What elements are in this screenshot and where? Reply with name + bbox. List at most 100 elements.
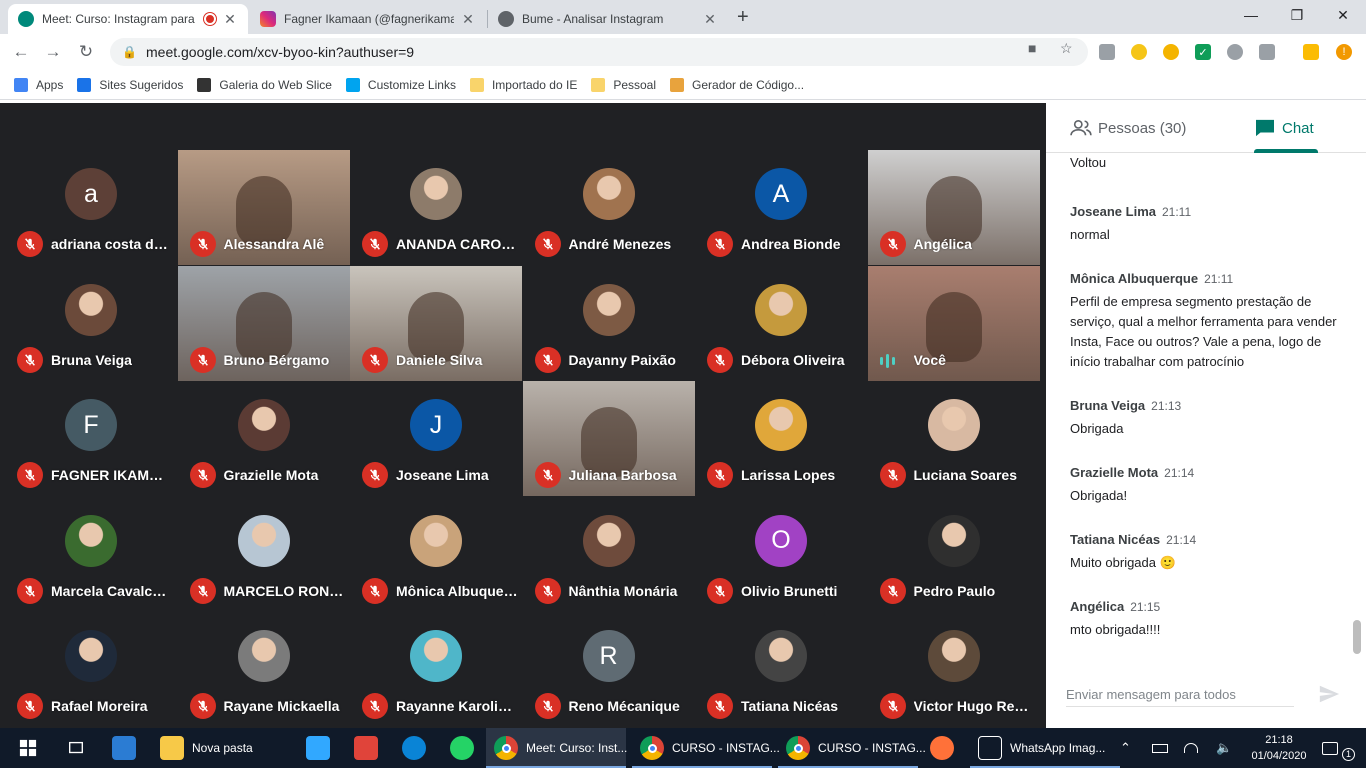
taskbar-app-mail[interactable] xyxy=(104,728,144,768)
taskbar-app-photos[interactable]: WhatsApp Imag... xyxy=(970,728,1120,768)
tab-bume[interactable]: Bume - Analisar Instagram ✕ xyxy=(488,4,728,34)
participant-tile[interactable]: Alessandra Alê xyxy=(177,150,350,265)
tab-chat[interactable]: Chat xyxy=(1254,103,1314,153)
participant-tile[interactable]: Angélica xyxy=(867,150,1040,265)
new-tab-button[interactable]: + xyxy=(737,6,749,29)
extension-camera-icon[interactable] xyxy=(1099,44,1115,60)
participant-tile[interactable]: André Menezes xyxy=(523,150,695,265)
profile-icon[interactable] xyxy=(1303,44,1319,60)
close-tab-icon[interactable]: ✕ xyxy=(460,11,476,28)
notification-center-icon[interactable]: 1 xyxy=(1322,728,1356,768)
taskbar-app-chrome[interactable]: CURSO - INSTAG... xyxy=(632,728,780,768)
participant-tile[interactable]: Luciana Soares xyxy=(868,381,1040,496)
browser-tab-strip: Meet: Curso: Instagram para ✕ Fagner Ika… xyxy=(0,0,1366,34)
chat-message: Bruna Veiga 21:13 Obrigada xyxy=(1070,397,1340,439)
close-tab-icon[interactable]: ✕ xyxy=(222,11,238,28)
participant-tile[interactable]: Dayanny Paixão xyxy=(523,266,695,381)
bookmark-item[interactable]: Galeria do Web Slice xyxy=(197,77,332,92)
extension-grid-icon[interactable] xyxy=(1259,44,1275,60)
taskbar-app-firefox[interactable] xyxy=(922,728,962,768)
participant-tile[interactable]: Daniele Silva xyxy=(350,265,522,381)
extension-home-icon[interactable] xyxy=(1163,44,1179,60)
participant-tile[interactable]: F FAGNER IKAMAAN... xyxy=(5,381,177,496)
participant-tile[interactable]: Rafael Moreira xyxy=(5,612,177,727)
participant-tile[interactable]: Você xyxy=(867,265,1040,381)
taskbar-app-task-view[interactable] xyxy=(56,728,96,768)
forward-icon[interactable]: → xyxy=(42,41,64,63)
participant-tile[interactable]: Mônica Albuquerque xyxy=(350,497,522,612)
bookmark-label: Pessoal xyxy=(613,77,657,92)
system-clock[interactable]: 21:18 01/04/2020 xyxy=(1244,732,1314,764)
bookmark-item[interactable]: Apps xyxy=(14,77,63,92)
taskbar-app-windows-start[interactable] xyxy=(8,728,48,768)
participant-tile[interactable]: Juliana Barbosa xyxy=(522,381,695,496)
camera-icon[interactable]: ■ xyxy=(1028,40,1036,56)
participant-tile[interactable]: Nânthia Monária xyxy=(523,497,695,612)
taskbar-app-chrome[interactable]: Meet: Curso: Inst... xyxy=(486,728,627,768)
extension-check-icon[interactable]: ✓ xyxy=(1195,44,1211,60)
back-icon[interactable]: ← xyxy=(10,41,32,63)
maximize-button[interactable]: ❐ xyxy=(1274,0,1320,30)
minimize-button[interactable]: — xyxy=(1228,0,1274,30)
participant-tile[interactable]: Victor Hugo Renier ... xyxy=(868,612,1040,727)
photoshop-icon xyxy=(306,736,330,760)
reload-icon[interactable]: ↻ xyxy=(75,41,97,63)
participant-tile[interactable]: Tatiana Nicéas xyxy=(695,612,867,727)
participant-tile[interactable]: J Joseane Lima xyxy=(350,381,522,496)
participant-tile[interactable]: Pedro Paulo xyxy=(868,497,1040,612)
participant-tile[interactable]: Bruno Bérgamo xyxy=(177,265,350,381)
clock-date: 01/04/2020 xyxy=(1251,750,1307,762)
bookmark-item[interactable]: Sites Sugeridos xyxy=(77,77,183,92)
participant-tile[interactable]: Débora Oliveira xyxy=(695,266,867,381)
taskbar-app-app-red[interactable] xyxy=(346,728,386,768)
panel-tabs: Pessoas (30) Chat xyxy=(1046,103,1366,153)
chat-scrollbar[interactable] xyxy=(1353,620,1361,654)
participant-tile[interactable]: Marcela Cavalcanti xyxy=(5,497,177,612)
participant-tile[interactable]: a adriana costa de m... xyxy=(5,150,177,265)
bookmark-star-icon[interactable]: ☆ xyxy=(1060,40,1073,57)
tab-meet[interactable]: Meet: Curso: Instagram para ✕ xyxy=(8,4,248,34)
taskbar-app-folder[interactable]: Nova pasta xyxy=(152,728,292,768)
message-text: Obrigada! xyxy=(1070,488,1128,503)
chrome-menu-alert-icon[interactable]: ! xyxy=(1336,44,1352,60)
bookmark-item[interactable]: Customize Links xyxy=(345,77,456,92)
participant-tile[interactable]: MARCELO RONDIN... xyxy=(178,497,350,612)
participant-name: Daniele Silva xyxy=(396,351,483,368)
bookmark-item[interactable]: Importado do IE xyxy=(469,77,577,92)
participant-tile[interactable]: A Andrea Bionde xyxy=(695,150,867,265)
muted-mic-icon xyxy=(707,693,733,719)
volume-icon[interactable]: 🔈 xyxy=(1216,728,1238,768)
bookmark-icon xyxy=(670,77,685,92)
participant-tile[interactable]: Rayane Mickaella xyxy=(178,612,350,727)
tab-people[interactable]: Pessoas (30) xyxy=(1070,103,1186,153)
extension-headphones-icon[interactable] xyxy=(1227,44,1243,60)
address-bar[interactable]: 🔒 meet.google.com/xcv-byoo-kin?authuser=… xyxy=(110,38,1088,66)
participant-tile[interactable]: Larissa Lopes xyxy=(695,381,867,496)
participant-tile[interactable]: ANANDA CAROLIN... xyxy=(350,150,522,265)
participant-tile[interactable]: R Reno Mécanique xyxy=(523,612,695,727)
participant-tile[interactable]: Rayanne Karoline d... xyxy=(350,612,522,727)
muted-mic-icon xyxy=(362,693,388,719)
taskbar-app-chrome[interactable]: CURSO - INSTAG... xyxy=(778,728,926,768)
close-tab-icon[interactable]: ✕ xyxy=(702,11,718,28)
muted-mic-icon xyxy=(707,577,733,604)
send-icon[interactable] xyxy=(1318,683,1340,705)
network-icon[interactable] xyxy=(1184,728,1206,768)
tab-instagram[interactable]: Fagner Ikamaan (@fagnerikamaan ✕ xyxy=(250,4,486,34)
taskbar-app-edge[interactable] xyxy=(394,728,434,768)
chat-input[interactable]: Enviar mensagem para todos xyxy=(1066,683,1294,707)
bookmark-item[interactable]: Gerador de Código... xyxy=(670,77,804,92)
close-window-button[interactable]: ✕ xyxy=(1320,0,1366,30)
participant-tile[interactable]: Bruna Veiga xyxy=(5,266,177,381)
participant-avatar xyxy=(927,630,980,682)
taskbar-app-whatsapp[interactable] xyxy=(442,728,482,768)
task-view-icon xyxy=(64,736,88,760)
taskbar-app-photoshop[interactable] xyxy=(298,728,338,768)
muted-mic-icon xyxy=(362,462,388,488)
tray-chevron-icon[interactable]: ⌃ xyxy=(1120,728,1140,768)
participant-tile[interactable]: Grazielle Mota xyxy=(178,381,350,496)
extension-search-icon[interactable] xyxy=(1131,44,1147,60)
bookmark-item[interactable]: Pessoal xyxy=(591,77,657,92)
battery-icon[interactable] xyxy=(1152,728,1174,768)
participant-tile[interactable]: O Olivio Brunetti xyxy=(695,497,867,612)
